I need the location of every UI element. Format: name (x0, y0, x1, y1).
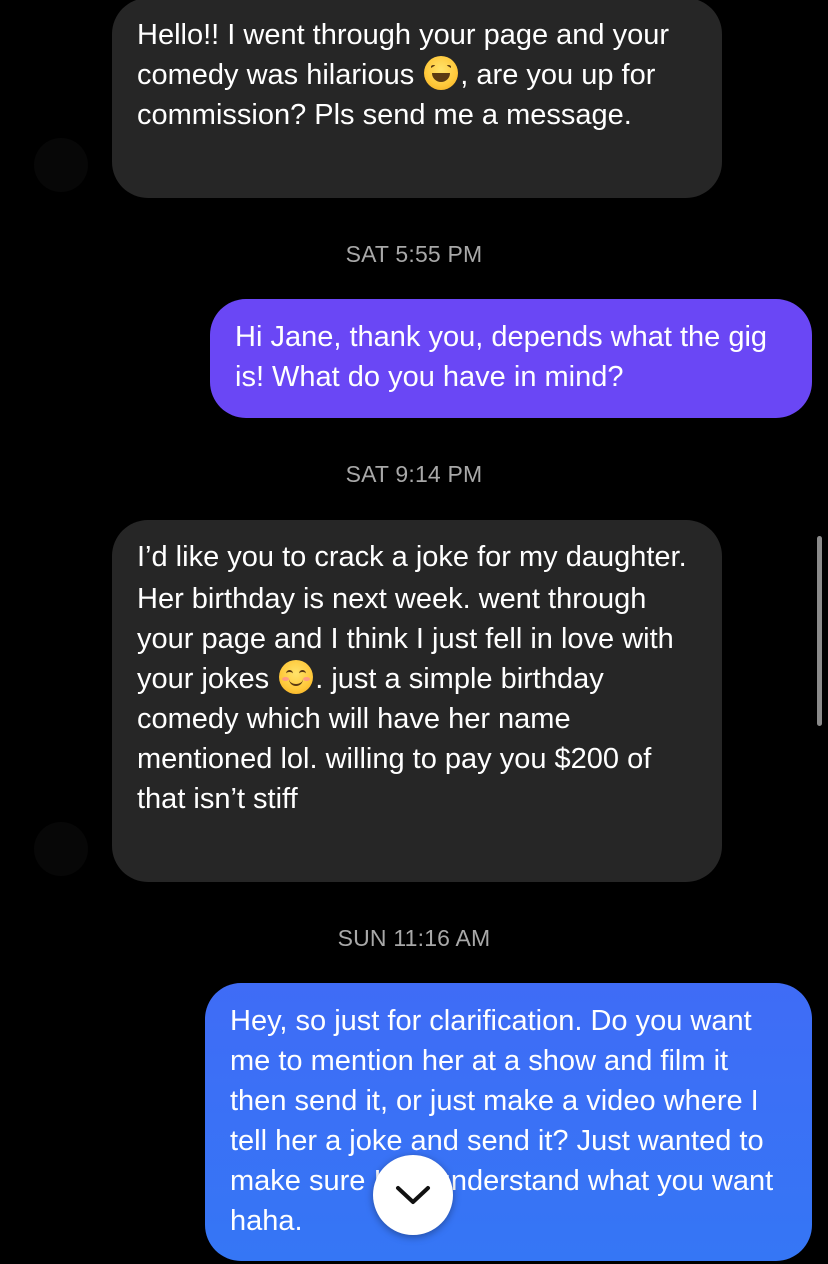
incoming-message-bubble[interactable]: Hello!! I went through your page and you… (112, 0, 722, 198)
outgoing-message-bubble[interactable]: Hey, so just for clarification. Do you w… (205, 983, 812, 1261)
message-timestamp: SAT 5:55 PM (345, 241, 483, 267)
scrollbar[interactable] (817, 536, 822, 726)
message-timestamp: SAT 9:14 PM (345, 461, 483, 487)
sender-avatar[interactable] (34, 822, 88, 876)
outgoing-message-bubble[interactable]: Hi Jane, thank you, depends what the gig… (210, 299, 812, 418)
incoming-message-bubble[interactable]: I’d like you to crack a joke for my daug… (112, 520, 722, 882)
message-text: Hi Jane, thank you, depends what the gig… (235, 321, 776, 393)
message-timestamp: SUN 11:16 AM (337, 925, 491, 951)
scroll-to-bottom-button[interactable] (373, 1155, 453, 1235)
chevron-down-icon (396, 1186, 430, 1204)
smiling-face-emoji (279, 660, 314, 694)
grinning-squinting-face-emoji (424, 56, 459, 90)
sender-avatar[interactable] (34, 138, 88, 192)
message-text: I’d like you to crack a joke for my daug… (137, 541, 687, 573)
message-text: Hey, so just for clarification. Do you w… (230, 1005, 782, 1237)
message-thread[interactable]: Hello!! I went through your page and you… (0, 0, 828, 1264)
